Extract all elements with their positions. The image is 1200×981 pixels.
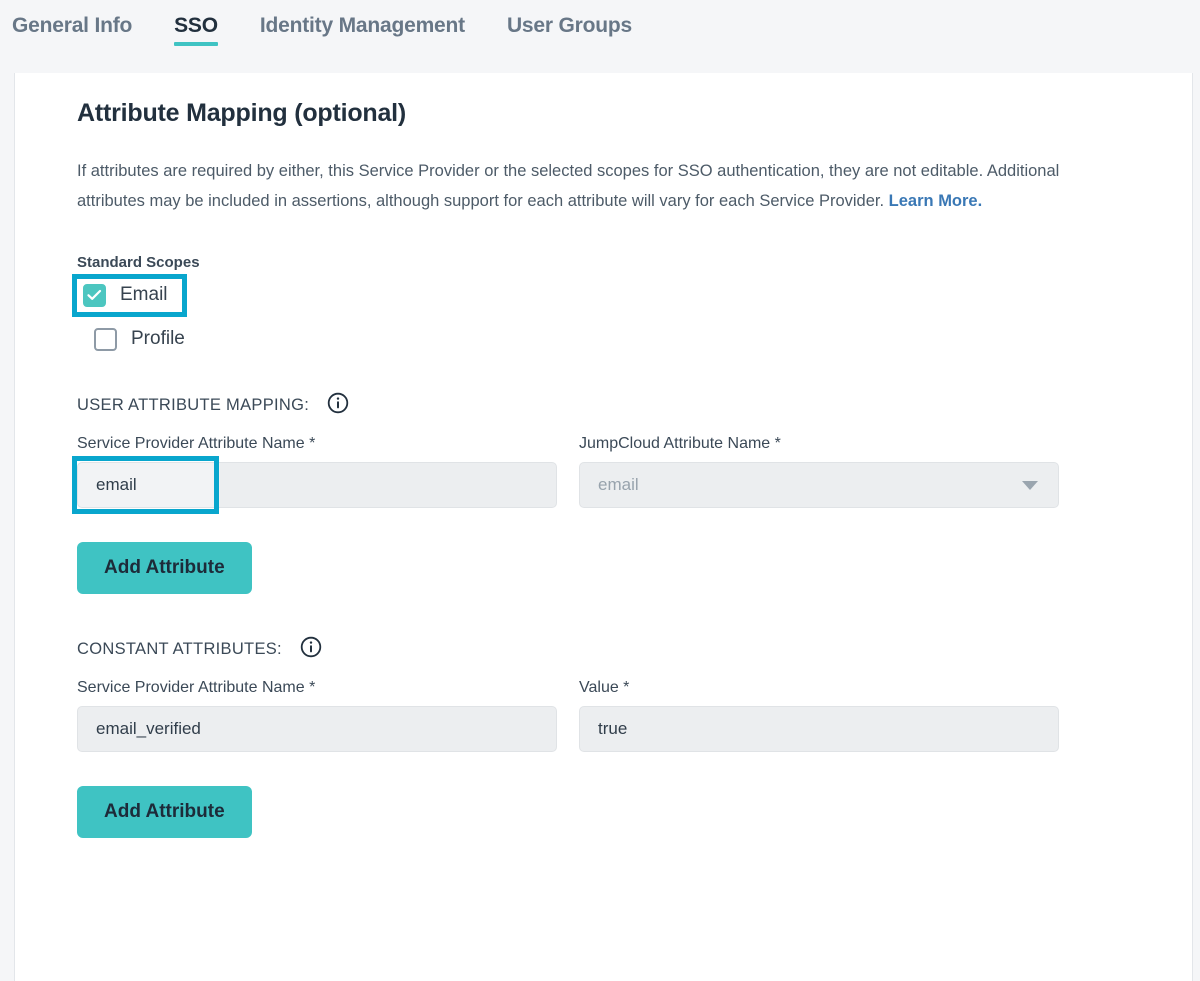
field-constant-value: Value * true [579, 679, 1059, 752]
field-label: Service Provider Attribute Name * [77, 435, 557, 453]
checkbox-email-label: Email [120, 284, 168, 306]
checkbox-email[interactable]: Email [77, 279, 182, 312]
constant-value-input[interactable]: true [579, 706, 1059, 752]
tab-identity-management[interactable]: Identity Management [260, 0, 465, 47]
tab-general-info[interactable]: General Info [12, 0, 132, 47]
checkbox-unchecked-icon [94, 328, 117, 351]
tab-sso[interactable]: SSO [174, 0, 218, 47]
tab-label: General Info [12, 14, 132, 37]
input-value: email [96, 475, 137, 495]
input-value: true [598, 719, 627, 739]
constant-sp-attribute-name-input[interactable]: email_verified [77, 706, 557, 752]
checkbox-profile[interactable]: Profile [94, 324, 197, 355]
constant-attributes-label: CONSTANT ATTRIBUTES: [77, 640, 282, 659]
tab-bar: General Info SSO Identity Management Use… [0, 0, 1200, 73]
checkbox-checked-icon [83, 284, 106, 307]
tab-label: Identity Management [260, 14, 465, 37]
checkbox-profile-label: Profile [131, 328, 185, 350]
info-icon[interactable] [327, 392, 349, 419]
page-title: Attribute Mapping (optional) [77, 99, 1130, 128]
dropdown-placeholder: email [598, 475, 639, 495]
jumpcloud-attribute-name-dropdown[interactable]: email [579, 462, 1059, 508]
sso-settings-card: Attribute Mapping (optional) If attribut… [14, 73, 1193, 981]
field-label: JumpCloud Attribute Name * [579, 435, 1059, 453]
add-attribute-button-constant[interactable]: Add Attribute [77, 786, 252, 838]
tab-user-groups[interactable]: User Groups [507, 0, 632, 47]
field-constant-sp-attribute-name: Service Provider Attribute Name * email_… [77, 679, 557, 752]
field-jumpcloud-attribute-name: JumpCloud Attribute Name * email [579, 435, 1059, 508]
scope-row-profile: Profile [94, 324, 1130, 354]
section-description: If attributes are required by either, th… [77, 156, 1117, 216]
sp-attribute-name-input[interactable]: email [77, 462, 557, 508]
learn-more-link[interactable]: Learn More. [889, 192, 983, 210]
scope-row-email: Email [77, 280, 1130, 310]
input-value: email_verified [96, 719, 201, 739]
user-attribute-mapping-label: USER ATTRIBUTE MAPPING: [77, 396, 309, 415]
user-attribute-mapping-heading: USER ATTRIBUTE MAPPING: [77, 392, 1130, 419]
tab-label: User Groups [507, 14, 632, 37]
tab-label: SSO [174, 14, 218, 37]
add-attribute-button-user[interactable]: Add Attribute [77, 542, 252, 594]
user-attribute-mapping-row: Service Provider Attribute Name * email … [77, 435, 1130, 508]
standard-scopes-label: Standard Scopes [77, 254, 1130, 271]
field-sp-attribute-name: Service Provider Attribute Name * email [77, 435, 557, 508]
info-icon[interactable] [300, 636, 322, 663]
chevron-down-icon [1022, 481, 1038, 490]
field-label: Value * [579, 679, 1059, 697]
field-label: Service Provider Attribute Name * [77, 679, 557, 697]
constant-attributes-row: Service Provider Attribute Name * email_… [77, 679, 1130, 752]
constant-attributes-heading: CONSTANT ATTRIBUTES: [77, 636, 1130, 663]
